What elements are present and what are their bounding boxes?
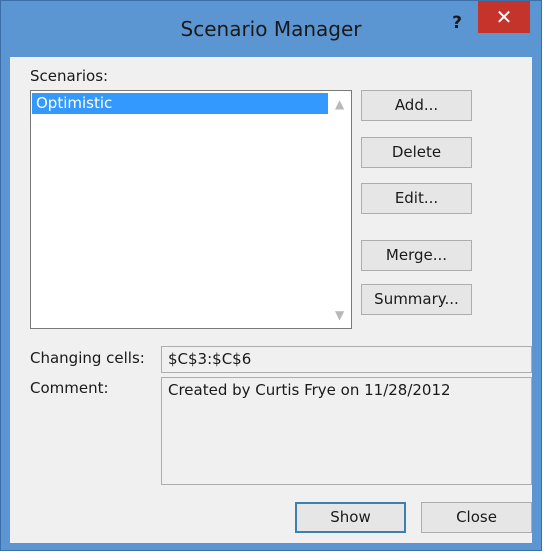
chevron-down-icon[interactable]: ▼ xyxy=(335,308,344,322)
close-button[interactable]: Close xyxy=(421,502,532,533)
scenarios-label: Scenarios: xyxy=(30,67,109,85)
scenarios-list[interactable]: Optimistic ▲ ▼ xyxy=(30,90,352,329)
list-item[interactable]: Optimistic xyxy=(32,93,328,114)
scenario-manager-dialog: Scenario Manager ? ✕ Scenarios: Optimist… xyxy=(0,0,542,551)
delete-button[interactable]: Delete xyxy=(361,137,472,168)
add-button[interactable]: Add... xyxy=(361,90,472,121)
changing-cells-field: $C$3:$C$6 xyxy=(161,346,532,373)
chevron-up-icon[interactable]: ▲ xyxy=(335,97,344,111)
changing-cells-label: Changing cells: xyxy=(30,349,145,367)
close-icon[interactable]: ✕ xyxy=(478,1,530,33)
show-button[interactable]: Show xyxy=(295,502,406,533)
list-scrollbar[interactable]: ▲ ▼ xyxy=(331,91,351,328)
comment-label: Comment: xyxy=(30,379,109,397)
edit-button[interactable]: Edit... xyxy=(361,183,472,214)
help-icon[interactable]: ? xyxy=(444,10,470,36)
summary-button[interactable]: Summary... xyxy=(361,284,472,315)
title-bar[interactable]: Scenario Manager ? ✕ xyxy=(1,1,541,57)
merge-button[interactable]: Merge... xyxy=(361,240,472,271)
dialog-body: Scenarios: Optimistic ▲ ▼ Add... Delete … xyxy=(10,57,532,543)
comment-field: Created by Curtis Frye on 11/28/2012 xyxy=(161,377,532,485)
